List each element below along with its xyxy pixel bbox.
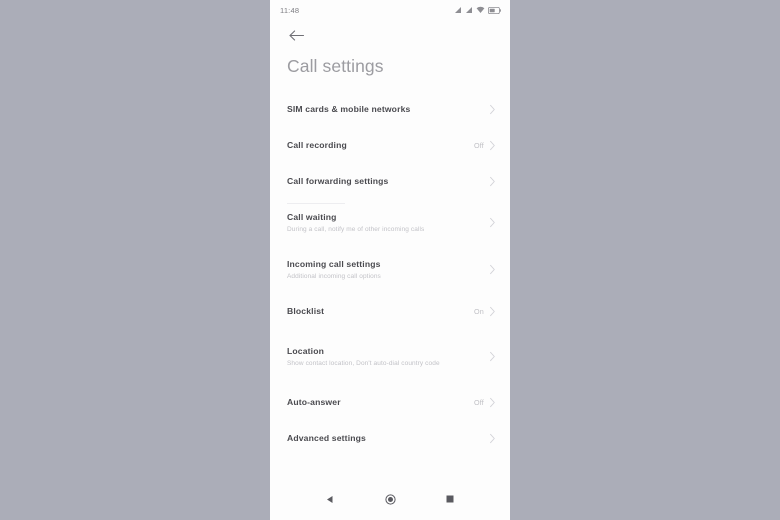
chevron-right-icon — [489, 217, 496, 228]
settings-row-call-waiting[interactable]: Call waiting During a call, notify me of… — [270, 199, 510, 246]
chevron-right-icon — [489, 351, 496, 362]
row-title: Incoming call settings — [287, 258, 381, 269]
row-title: Advanced settings — [287, 432, 366, 443]
nav-home-icon — [384, 493, 396, 505]
row-title: Blocklist — [287, 305, 325, 316]
status-bar-icons — [454, 6, 501, 14]
nav-back-icon — [326, 495, 335, 504]
page-title: Call settings — [287, 56, 384, 76]
status-bar-time: 11:48 — [280, 5, 300, 15]
row-right-block: On — [474, 306, 496, 317]
top-app-bar — [270, 20, 510, 50]
settings-row-call-recording[interactable]: Call recording Off — [270, 127, 510, 163]
chevron-right-icon — [489, 264, 496, 275]
settings-row-advanced-settings[interactable]: Advanced settings — [270, 420, 510, 456]
row-subtitle: Additional incoming call options — [287, 273, 381, 280]
nav-recents-button[interactable] — [439, 488, 461, 510]
chevron-right-icon — [489, 104, 496, 115]
row-title: SIM cards & mobile networks — [287, 103, 411, 114]
row-title: Call recording — [287, 139, 347, 150]
row-right-block — [489, 176, 496, 187]
settings-row-incoming-call[interactable]: Incoming call settings Additional incomi… — [270, 246, 510, 293]
row-title: Location — [287, 345, 325, 356]
settings-row-sim-cards[interactable]: SIM cards & mobile networks — [270, 91, 510, 127]
settings-row-location[interactable]: Location Show contact location, Don't au… — [270, 329, 510, 384]
back-button[interactable] — [286, 24, 308, 46]
row-right-block — [489, 351, 496, 362]
row-subtitle: Show contact location, Don't auto-dial c… — [287, 360, 440, 367]
row-text-block: Location Show contact location, Don't au… — [287, 345, 489, 369]
row-text-block: Blocklist — [287, 305, 474, 318]
row-title: Call forwarding settings — [287, 175, 389, 186]
row-text-block: Call recording — [287, 139, 474, 152]
chevron-right-icon — [489, 397, 496, 408]
row-text-block: Auto-answer — [287, 396, 474, 409]
row-right-block: Off — [474, 140, 496, 151]
phone-screen: 11:48 Call settings SIM cards & mobile n… — [270, 0, 510, 520]
row-text-block: Incoming call settings Additional incomi… — [287, 258, 489, 282]
wifi-icon — [476, 6, 485, 14]
row-value: Off — [473, 397, 484, 407]
row-text-block: Call waiting During a call, notify me of… — [287, 211, 489, 235]
chevron-right-icon — [489, 306, 496, 317]
settings-row-call-forwarding[interactable]: Call forwarding settings — [270, 163, 510, 199]
row-right-block — [489, 264, 496, 275]
signal-icon — [454, 6, 462, 14]
nav-back-button[interactable] — [319, 488, 341, 510]
row-title: Call waiting — [287, 211, 337, 222]
back-arrow-icon — [289, 29, 305, 42]
row-text-block: Call forwarding settings — [287, 175, 489, 188]
battery-icon — [488, 6, 501, 14]
chevron-right-icon — [489, 140, 496, 151]
status-bar: 11:48 — [270, 0, 510, 20]
row-right-block — [489, 104, 496, 115]
chevron-right-icon — [489, 176, 496, 187]
row-title: Auto-answer — [287, 396, 341, 407]
settings-list: SIM cards & mobile networks Call recordi… — [270, 91, 510, 478]
settings-row-blocklist[interactable]: Blocklist On — [270, 293, 510, 329]
row-value: Off — [473, 140, 484, 150]
nav-recents-icon — [446, 495, 454, 503]
row-right-block — [489, 217, 496, 228]
row-subtitle: During a call, notify me of other incomi… — [287, 226, 425, 233]
settings-row-auto-answer[interactable]: Auto-answer Off — [270, 384, 510, 420]
row-right-block — [489, 433, 496, 444]
signal-icon — [465, 6, 473, 14]
row-right-block: Off — [474, 397, 496, 408]
screenshot-stage: 11:48 Call settings SIM cards & mobile n… — [0, 0, 780, 520]
nav-home-button[interactable] — [379, 488, 401, 510]
android-nav-bar — [270, 478, 510, 520]
list-bottom-divider — [287, 203, 345, 204]
row-text-block: Advanced settings — [287, 432, 489, 445]
chevron-right-icon — [489, 433, 496, 444]
row-value: On — [474, 306, 484, 316]
row-text-block: SIM cards & mobile networks — [287, 103, 489, 116]
